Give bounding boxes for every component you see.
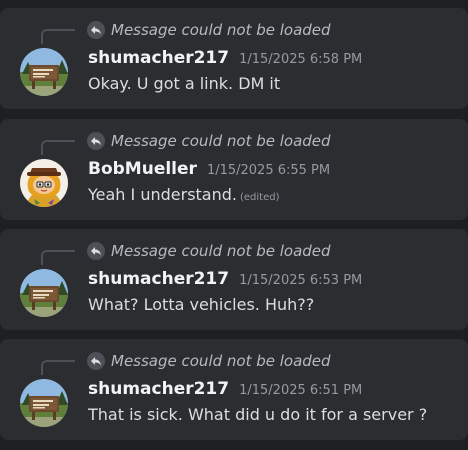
reply-arrow-icon <box>87 132 105 150</box>
national-park-sign-avatar[interactable] <box>20 48 68 96</box>
message-text: Okay. U got a link. DM it <box>88 74 281 93</box>
reply-preview-text: Message could not be loaded <box>111 132 331 150</box>
message-header: shumacher217 1/15/2025 6:53 PM <box>88 269 362 291</box>
reply-preview-text: Message could not be loaded <box>111 21 331 39</box>
timestamp: 1/15/2025 6:53 PM <box>239 273 363 288</box>
username[interactable]: BobMueller <box>88 159 197 179</box>
message-header: shumacher217 1/15/2025 6:51 PM <box>88 379 362 401</box>
reply-spine <box>41 360 75 375</box>
message-text: That is sick. What did u do it for a ser… <box>88 405 428 424</box>
reply-preview-text: Message could not be loaded <box>111 352 331 370</box>
national-park-sign-avatar[interactable] <box>20 379 68 427</box>
reply-preview[interactable]: Message could not be loaded <box>87 20 331 40</box>
message-item[interactable]: Message could not be loaded shumacher217… <box>0 8 468 109</box>
reply-spine <box>41 250 75 265</box>
timestamp: 1/15/2025 6:58 PM <box>239 52 363 67</box>
timestamp: 1/15/2025 6:51 PM <box>239 383 363 398</box>
reply-spine <box>41 140 75 155</box>
username[interactable]: shumacher217 <box>88 379 229 399</box>
message-item[interactable]: Message could not be loaded shumacher217… <box>0 229 468 330</box>
reply-spine <box>41 29 75 44</box>
message-item[interactable]: Message could not be loaded shumacher217… <box>0 339 468 440</box>
message-item[interactable]: Message could not be loaded BobMueller 1… <box>0 119 468 220</box>
message-header: BobMueller 1/15/2025 6:55 PM <box>88 159 330 181</box>
message-content: What? Lotta vehicles. Huh?? <box>88 295 314 314</box>
reply-preview[interactable]: Message could not be loaded <box>87 131 331 151</box>
message-header: shumacher217 1/15/2025 6:58 PM <box>88 48 362 70</box>
message-text: What? Lotta vehicles. Huh?? <box>88 295 315 314</box>
reply-preview[interactable]: Message could not be loaded <box>87 351 331 371</box>
message-content: Yeah I understand. (edited) <box>88 185 280 204</box>
reply-arrow-icon <box>87 352 105 370</box>
message-text: Yeah I understand. <box>88 185 237 204</box>
message-feed: Message could not be loaded shumacher217… <box>0 0 468 450</box>
reply-arrow-icon <box>87 242 105 260</box>
message-content: That is sick. What did u do it for a ser… <box>88 405 427 424</box>
reply-preview-text: Message could not be loaded <box>111 242 331 260</box>
reply-arrow-icon <box>87 21 105 39</box>
username[interactable]: shumacher217 <box>88 269 229 289</box>
cartoon-character-avatar[interactable] <box>20 159 68 207</box>
timestamp: 1/15/2025 6:55 PM <box>206 163 331 178</box>
username[interactable]: shumacher217 <box>88 48 229 68</box>
national-park-sign-avatar[interactable] <box>20 269 68 317</box>
edited-label: (edited) <box>239 192 280 203</box>
message-content: Okay. U got a link. DM it <box>88 74 280 93</box>
reply-preview[interactable]: Message could not be loaded <box>87 241 331 261</box>
